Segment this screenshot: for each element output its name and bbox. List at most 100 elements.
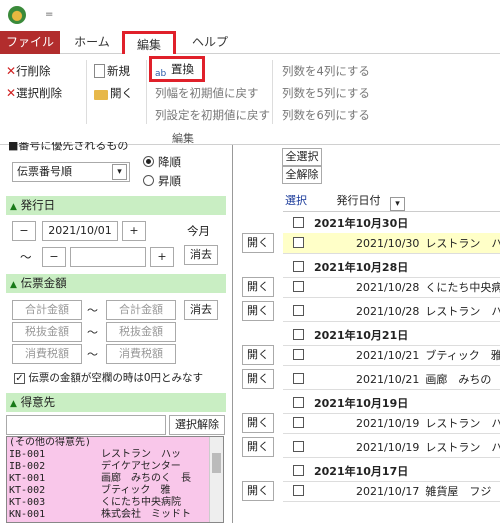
open-row-button[interactable]: 開く xyxy=(242,413,274,433)
issue-date-cell: 2021/10/21 xyxy=(356,373,420,386)
reset-column-settings-button[interactable]: 列設定を初期値に戻す xyxy=(155,106,270,124)
date-group-row[interactable]: 2021年10月21日 xyxy=(283,325,500,346)
table-row[interactable]: 2021/10/17 雑貨屋 フジ xyxy=(283,481,500,502)
table-row[interactable]: 2021/10/21 ブティック 雅 xyxy=(283,345,500,366)
open-row-button[interactable]: 開く xyxy=(242,481,274,501)
row-checkbox[interactable] xyxy=(293,441,304,452)
customer-name: ブティック 雅 xyxy=(101,485,171,496)
quick-access-icon[interactable]: = xyxy=(45,9,53,20)
date-group-row[interactable]: 2021年10月28日 xyxy=(283,257,500,278)
tax-amount-from-field[interactable]: 消費税額 xyxy=(12,344,82,364)
app-icon[interactable] xyxy=(8,6,26,24)
group-date-label: 2021年10月28日 xyxy=(314,261,409,274)
row-checkbox[interactable] xyxy=(293,329,304,340)
date-group-row[interactable]: 2021年10月19日 xyxy=(283,393,500,414)
open-row-button[interactable]: 開く xyxy=(242,277,274,297)
customer-list-item[interactable]: IB-002 デイケアセンター xyxy=(7,461,223,473)
sort-asc-radio[interactable]: 昇順 xyxy=(143,173,181,189)
row-checkbox[interactable] xyxy=(293,397,304,408)
columns-4-button[interactable]: 列数を4列にする xyxy=(282,62,370,80)
pretax-amount-to-field[interactable]: 税抜金額 xyxy=(106,322,176,342)
delete-selected-button[interactable]: ✕選択削除 xyxy=(6,84,62,102)
date-group-row[interactable]: 2021年10月30日 xyxy=(283,213,500,234)
table-row[interactable]: 2021/10/28 くにたち中央病 xyxy=(283,277,500,298)
tab-edit[interactable]: 編集 xyxy=(122,31,176,54)
customer-list-item[interactable]: KT-001 画廊 みちのく 長 xyxy=(7,473,223,485)
ribbon-separator xyxy=(86,60,87,124)
customer-name-cell: 雑貨屋 フジ xyxy=(425,485,492,498)
replace-button[interactable]: ab 置換 xyxy=(155,60,194,79)
delete-row-button[interactable]: ✕行削除 xyxy=(6,62,51,80)
total-amount-to-field[interactable]: 合計金額 xyxy=(106,300,176,320)
columns-5-button[interactable]: 列数を5列にする xyxy=(282,84,370,102)
select-all-button[interactable]: 全選択 xyxy=(282,148,322,166)
sort-priority-label: ■番号に優先されるもの xyxy=(8,142,129,152)
row-checkbox[interactable] xyxy=(293,261,304,272)
date-from-plus-button[interactable]: + xyxy=(122,221,146,241)
table-row[interactable]: 2021/10/19 レストラン ハ xyxy=(283,413,500,434)
table-row[interactable]: 2021/10/30 レストラン ハ xyxy=(283,233,500,254)
date-from-field[interactable]: 2021/10/01 xyxy=(42,221,118,241)
date-from-minus-button[interactable]: − xyxy=(12,221,36,241)
date-to-minus-button[interactable]: − xyxy=(42,247,66,267)
scrollbar-thumb[interactable] xyxy=(212,453,221,473)
customer-list-item[interactable]: KN-001 株式会社 ミッドト xyxy=(7,509,223,521)
tab-help[interactable]: ヘルプ xyxy=(182,31,238,54)
open-button[interactable]: 開く xyxy=(94,84,133,102)
customer-search-field[interactable] xyxy=(6,415,166,435)
open-row-button[interactable]: 開く xyxy=(242,345,274,365)
open-row-button[interactable]: 開く xyxy=(242,437,274,457)
tab-home[interactable]: ホーム xyxy=(68,31,116,54)
issue-date-section-header[interactable]: ▲ 発行日 xyxy=(6,196,226,215)
total-amount-from-field[interactable]: 合計金額 xyxy=(12,300,82,320)
tab-file[interactable]: ファイル xyxy=(0,31,60,54)
row-checkbox[interactable] xyxy=(293,281,304,292)
row-checkbox[interactable] xyxy=(293,217,304,228)
deselect-all-button[interactable]: 全解除 xyxy=(282,166,322,184)
row-checkbox[interactable] xyxy=(293,305,304,316)
open-row-button[interactable]: 開く xyxy=(242,233,274,253)
clear-selection-button[interactable]: 選択解除 xyxy=(169,415,225,435)
new-button[interactable]: 新規 xyxy=(94,62,130,80)
date-column-header[interactable]: 発行日付 xyxy=(337,194,381,207)
columns-6-button[interactable]: 列数を6列にする xyxy=(282,106,370,124)
reset-column-width-button[interactable]: 列幅を初期値に戻す xyxy=(155,84,259,102)
row-checkbox[interactable] xyxy=(293,485,304,496)
date-to-plus-button[interactable]: + xyxy=(150,247,174,267)
collapse-triangle-icon: ▲ xyxy=(10,399,17,409)
table-row[interactable]: 2021/10/21 画廊 みちの xyxy=(283,369,500,390)
table-row[interactable]: 2021/10/19 レストラン ハ xyxy=(283,437,500,458)
customer-section-header[interactable]: ▲ 得意先 xyxy=(6,393,226,412)
date-clear-button[interactable]: 消去 xyxy=(184,245,218,265)
chevron-down-icon[interactable]: ▾ xyxy=(390,197,405,211)
delete-icon: ✕ xyxy=(6,64,17,78)
this-month-button[interactable]: 今月 xyxy=(187,223,210,239)
select-column-header[interactable]: 選択 xyxy=(285,194,307,207)
date-group-row[interactable]: 2021年10月17日 xyxy=(283,461,500,482)
row-checkbox[interactable] xyxy=(293,465,304,476)
customer-code: KT-003 xyxy=(9,497,46,508)
pretax-amount-from-field[interactable]: 税抜金額 xyxy=(12,322,82,342)
row-checkbox[interactable] xyxy=(293,373,304,384)
amount-section-header[interactable]: ▲ 伝票金額 xyxy=(6,274,226,293)
customer-list[interactable]: (その他の得意先) IB-001 レストラン ハッ IB-002 デイケアセンター KT-… xyxy=(6,436,224,523)
open-row-button[interactable]: 開く xyxy=(242,301,274,321)
row-checkbox[interactable] xyxy=(293,417,304,428)
tax-amount-to-field[interactable]: 消費税額 xyxy=(106,344,176,364)
customer-code: KT-001 xyxy=(9,473,46,484)
sort-desc-radio[interactable]: 降順 xyxy=(143,154,181,170)
scrollbar[interactable] xyxy=(209,437,223,522)
open-row-button[interactable]: 開く xyxy=(242,369,274,389)
row-checkbox[interactable] xyxy=(293,349,304,360)
customer-list-item[interactable]: IB-001 レストラン ハッ xyxy=(7,449,223,461)
customer-list-item[interactable]: (その他の得意先) xyxy=(7,437,223,449)
issue-date-cell: 2021/10/17 xyxy=(356,485,420,498)
table-row[interactable]: 2021/10/28 レストラン ハ xyxy=(283,301,500,322)
zero-amount-checkbox[interactable]: ✓ 伝票の金額が空欄の時は0円とみなす xyxy=(14,370,203,385)
row-checkbox[interactable] xyxy=(293,237,304,248)
customer-list-item[interactable]: KT-003 くにたち中央病院 xyxy=(7,497,223,509)
customer-list-item[interactable]: KT-002 ブティック 雅 xyxy=(7,485,223,497)
sort-field-select[interactable]: 伝票番号順 ▾ xyxy=(12,162,130,182)
amount-clear-button[interactable]: 消去 xyxy=(184,300,218,320)
date-to-field[interactable] xyxy=(70,247,146,267)
